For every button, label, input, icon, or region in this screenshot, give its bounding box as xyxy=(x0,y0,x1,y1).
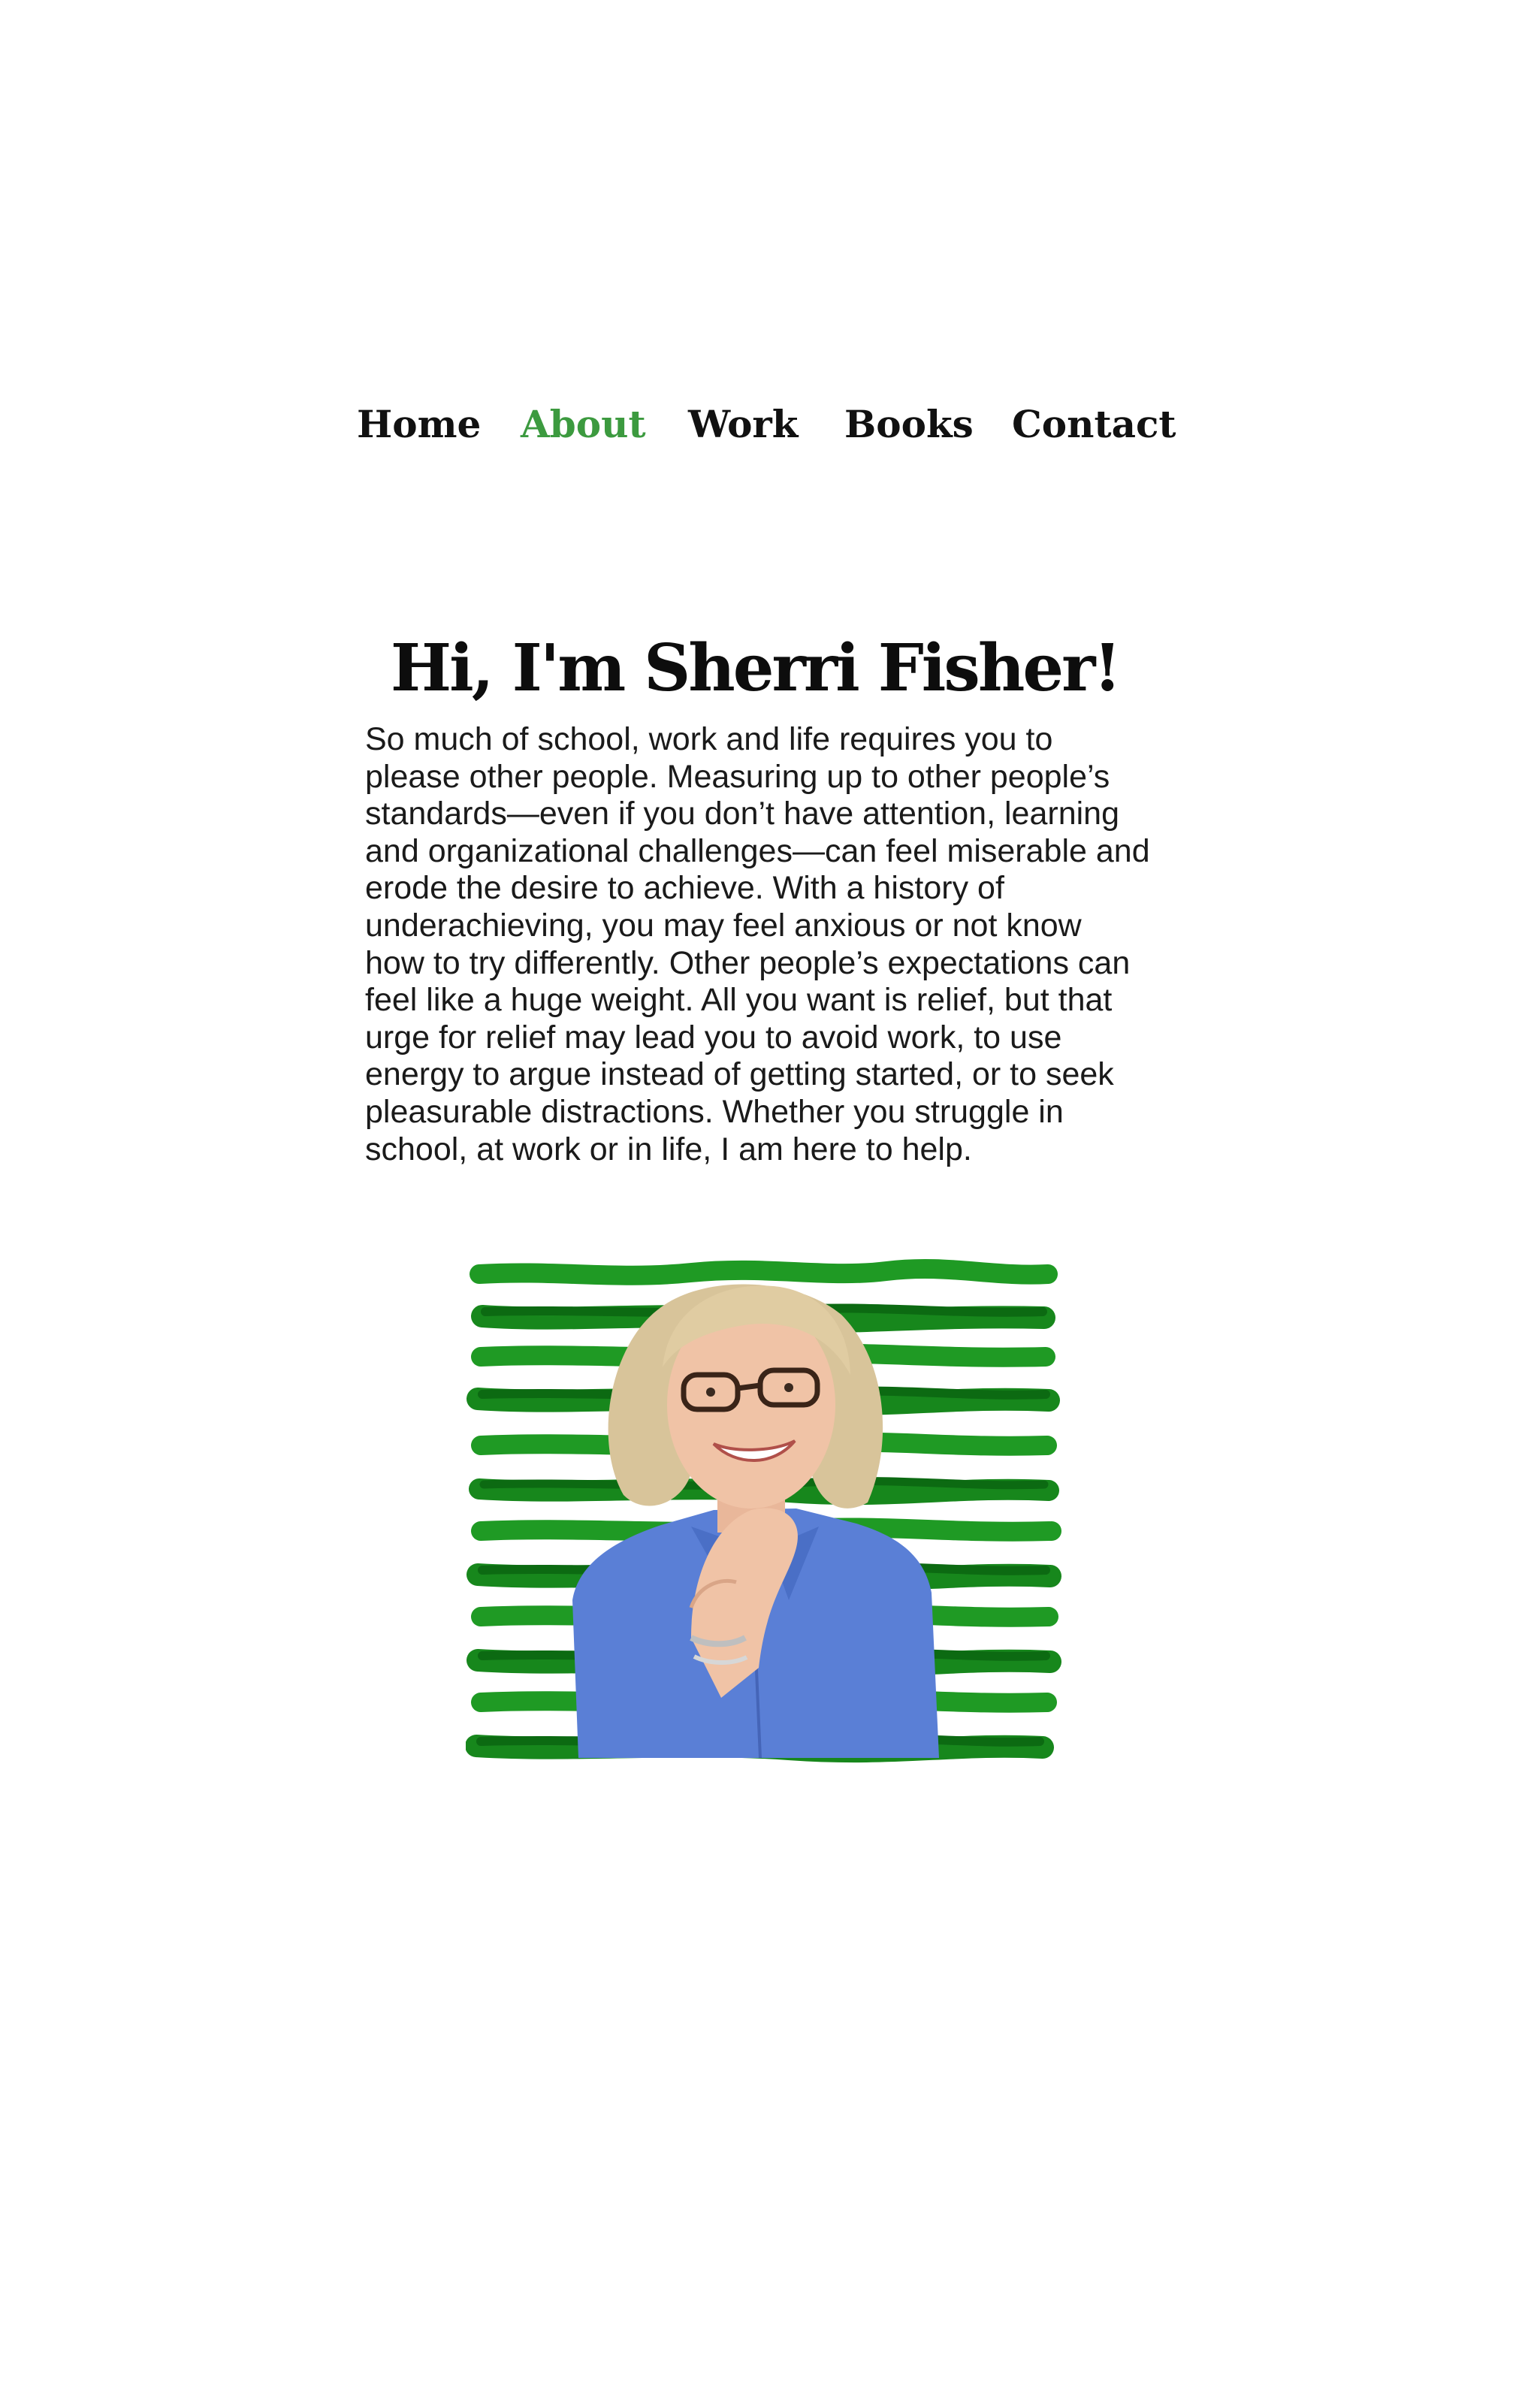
portrait-image xyxy=(466,1247,1067,1773)
intro-line: urge for relief may lead you to avoid wo… xyxy=(365,1019,1062,1056)
nav-books-link[interactable]: Books xyxy=(844,391,974,458)
intro-line: underachieving, you may feel anxious or … xyxy=(365,907,1082,944)
intro-line: energy to argue instead of getting start… xyxy=(365,1056,1114,1093)
nav-work-link[interactable]: Work xyxy=(688,391,798,458)
intro-line: erode the desire to achieve. With a hist… xyxy=(365,870,1004,907)
intro-line: school, at work or in life, I am here to… xyxy=(365,1131,972,1167)
woman-portrait-icon xyxy=(466,1258,1061,1763)
intro-line: feel like a huge weight. All you want is… xyxy=(365,982,1113,1019)
intro-line: pleasurable distractions. Whether you st… xyxy=(365,1093,1064,1130)
intro-paragraph: So much of school, work and life require… xyxy=(365,721,1169,1168)
intro-line: please other people. Measuring up to oth… xyxy=(365,758,1110,795)
intro-line: and organizational challenges—can feel m… xyxy=(365,832,1150,869)
nav-contact-link[interactable]: Contact xyxy=(1012,391,1176,458)
nav-about-link[interactable]: About xyxy=(521,391,646,458)
intro-line: standards—even if you don’t have attenti… xyxy=(365,796,1119,832)
page-heading: Hi, I'm Sherri Fisher! xyxy=(390,630,1122,706)
main-nav: Home About Work Books Contact xyxy=(0,391,1540,458)
nav-home-link[interactable]: Home xyxy=(357,391,481,458)
intro-line: how to try differently. Other people’s e… xyxy=(365,944,1131,981)
intro-line: So much of school, work and life require… xyxy=(365,721,1053,757)
